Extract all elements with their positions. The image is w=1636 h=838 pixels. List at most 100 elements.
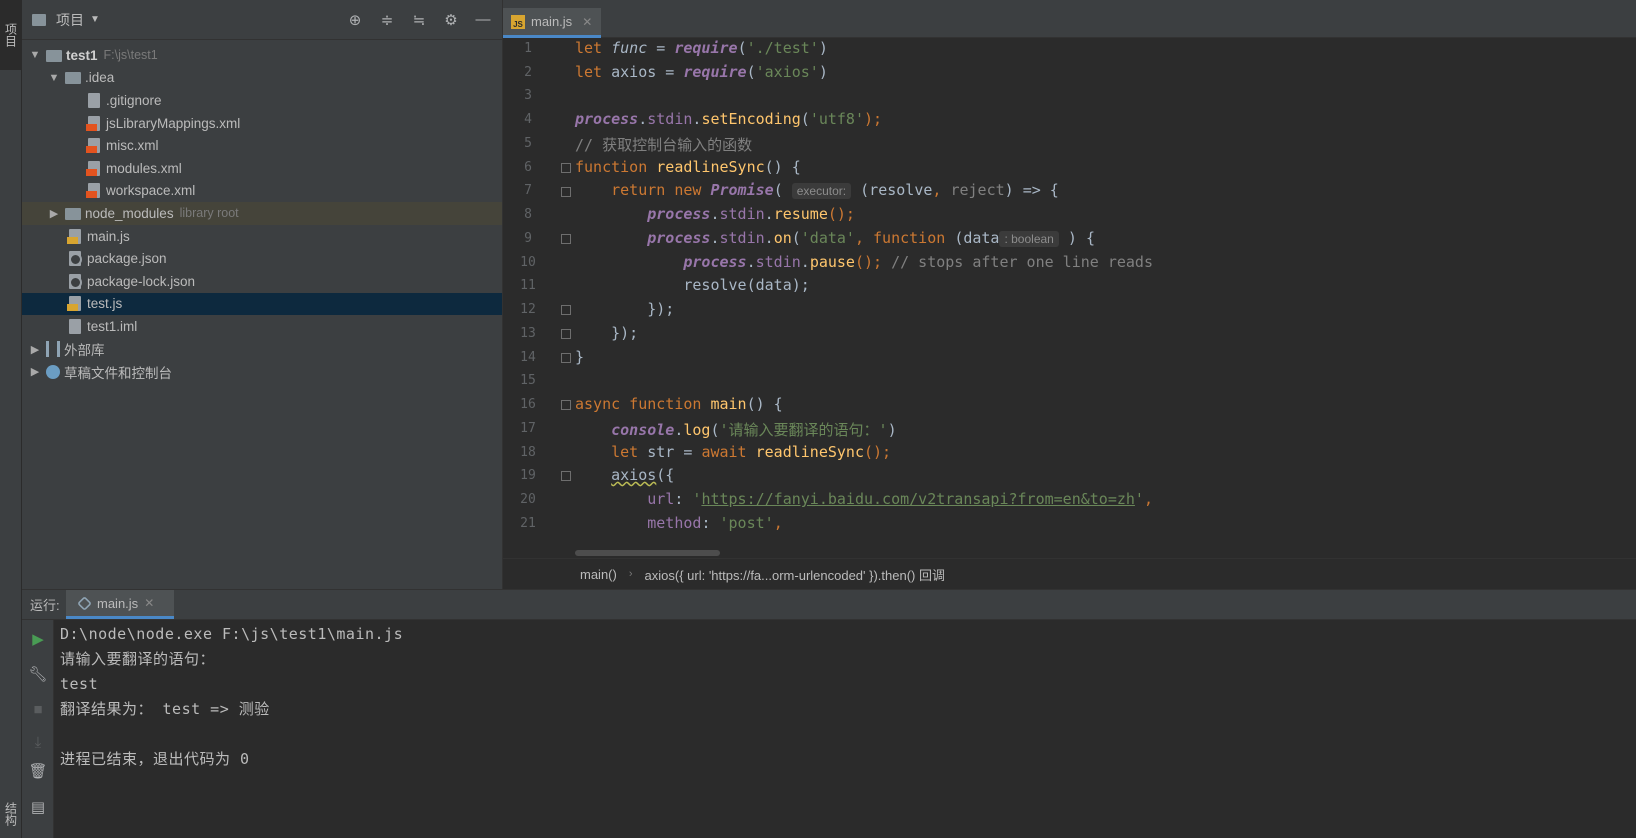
url-link[interactable]: https://fanyi.baidu.com/v2transapi?from=…: [701, 490, 1134, 508]
line-number: 3: [524, 88, 532, 103]
fold-marker-icon[interactable]: [561, 353, 571, 363]
tree-item-misc[interactable]: misc.xml: [22, 134, 502, 157]
code-line-7: return new Promise( executor: (resolve, …: [575, 181, 1059, 199]
folder-icon: [65, 207, 81, 220]
tree-item-modules[interactable]: modules.xml: [22, 157, 502, 180]
wrench-icon[interactable]: 🔧︎: [28, 665, 47, 683]
line-number: 12: [520, 302, 536, 317]
tree-item-label: jsLibraryMappings.xml: [106, 115, 241, 131]
code-line-8: process.stdin.resume();: [647, 205, 855, 223]
close-icon[interactable]: ✕: [582, 15, 592, 29]
project-folder-icon: [32, 14, 46, 26]
code-line-5: // 获取控制台输入的函数: [575, 136, 753, 154]
fold-marker-icon[interactable]: [561, 305, 571, 315]
line-number: 18: [520, 445, 536, 460]
chevron-right-icon[interactable]: ▶: [28, 365, 42, 378]
line-number: 9: [524, 231, 532, 246]
chevron-right-icon[interactable]: ▶: [28, 343, 42, 356]
tree-item-test-js[interactable]: test.js: [22, 292, 502, 316]
fold-marker-icon[interactable]: [561, 471, 571, 481]
locate-icon[interactable]: ⊕: [346, 11, 364, 29]
json-file-icon: [69, 251, 82, 267]
breadcrumb-item-main[interactable]: main(): [580, 567, 617, 582]
structure-tool-tab-label: 结构: [3, 802, 18, 826]
chevron-down-icon[interactable]: ▼: [47, 72, 61, 84]
stop-icon[interactable]: ■: [29, 700, 47, 718]
expand-all-icon[interactable]: ≑: [378, 11, 396, 29]
scroll-to-end-icon[interactable]: ⤓: [29, 733, 47, 751]
collapse-all-icon[interactable]: ≒: [410, 11, 428, 29]
project-view-selector[interactable]: 项目 ▼: [32, 10, 100, 30]
line-number: 4: [524, 112, 532, 127]
fold-marker-icon[interactable]: [561, 329, 571, 339]
tree-item-label: .gitignore: [106, 92, 162, 108]
chevron-down-icon[interactable]: ▼: [28, 49, 42, 61]
structure-tool-tab[interactable]: 结构: [0, 790, 22, 838]
library-root-hint: library root: [179, 206, 239, 221]
code-line-16: async function main() {: [575, 395, 783, 413]
run-tab-main-js[interactable]: main.js ✕: [66, 590, 174, 619]
breadcrumb-item-axios-callback[interactable]: axios({ url: 'https://fa...orm-urlencode…: [645, 565, 945, 584]
xml-file-icon: [86, 183, 100, 199]
line-number: 7: [524, 183, 532, 198]
chevron-right-icon: ›: [628, 568, 633, 580]
trash-icon[interactable]: 🗑︎: [28, 762, 47, 780]
editor-tab-bar: JS main.js ✕: [503, 0, 1636, 38]
code-line-12: });: [575, 300, 675, 318]
fold-marker-icon[interactable]: [561, 163, 571, 173]
code-line-9: process.stdin.on('data', function (data:…: [647, 229, 1095, 247]
project-tool-tab[interactable]: 项目: [0, 0, 22, 70]
minimize-icon[interactable]: —: [474, 11, 492, 29]
type-hint: : boolean: [999, 231, 1059, 247]
close-icon[interactable]: ✕: [144, 596, 154, 610]
line-number: 21: [520, 516, 536, 531]
fold-marker-icon[interactable]: [561, 400, 571, 410]
scratch-icon: [46, 364, 60, 379]
tree-item-label: 外部库: [64, 343, 105, 359]
fold-marker-icon[interactable]: [561, 234, 571, 244]
project-tree: ▼ test1 F:\js\test1 ▼ .idea .gitignore j…: [22, 40, 502, 383]
tree-item-node-modules[interactable]: ▶ node_modules library root: [22, 202, 502, 225]
tree-item-package-lock-json[interactable]: package-lock.json: [22, 270, 502, 293]
console-line: test: [60, 675, 99, 693]
tree-item-test1[interactable]: ▼ test1 F:\js\test1: [22, 44, 502, 67]
line-number: 15: [520, 373, 536, 388]
code-editor[interactable]: 1 2 3 4 5 6 7 8 9 10 11 12 13 14 15 16 1…: [503, 38, 1636, 558]
line-number: 5: [524, 136, 532, 151]
tab-label: main.js: [531, 14, 573, 29]
gear-icon[interactable]: ⚙: [442, 11, 460, 29]
tree-item-label: misc.xml: [106, 138, 159, 154]
tab-main-js[interactable]: JS main.js ✕: [503, 8, 601, 38]
project-tool-tab-label: 项目: [3, 23, 18, 47]
tree-item-scratches[interactable]: ▶ 草稿文件和控制台: [22, 360, 502, 383]
tree-item-external-libraries[interactable]: ▶ 外部库: [22, 338, 502, 361]
tree-item-test1-iml[interactable]: test1.iml: [22, 315, 502, 338]
folder-icon: [46, 49, 62, 62]
line-number: 20: [520, 492, 536, 507]
folder-icon: [65, 72, 81, 85]
project-panel-header: 项目 ▼ ⊕ ≑ ≒ ⚙ —: [22, 0, 502, 40]
console-line: 请输入要翻译的语句：: [60, 650, 216, 668]
tree-item-package-json[interactable]: package.json: [22, 247, 502, 270]
breadcrumb: main() › axios({ url: 'https://fa...orm-…: [503, 558, 1636, 589]
layout-icon[interactable]: ▤: [29, 798, 47, 816]
js-file-icon: [67, 296, 81, 312]
tree-item-idea[interactable]: ▼ .idea: [22, 67, 502, 90]
code-line-11: resolve(data);: [575, 276, 810, 294]
horizontal-scrollbar[interactable]: [575, 550, 720, 556]
line-number: 13: [520, 326, 536, 341]
tree-item-workspace[interactable]: workspace.xml: [22, 180, 502, 203]
code-line-10: process.stdin.pause(); // stops after on…: [683, 253, 1153, 271]
tree-item-gitignore[interactable]: .gitignore: [22, 89, 502, 112]
xml-file-icon: [86, 160, 100, 176]
line-number: 14: [520, 350, 536, 365]
project-panel: 项目 ▼ ⊕ ≑ ≒ ⚙ — ▼ test1 F:\js\test1 ▼ .id…: [22, 0, 503, 589]
tree-item-main-js[interactable]: main.js: [22, 225, 502, 248]
run-panel-header: 运行: main.js ✕: [22, 589, 1636, 620]
chevron-right-icon[interactable]: ▶: [47, 207, 61, 220]
rerun-icon[interactable]: ▶: [29, 630, 47, 648]
fold-marker-icon[interactable]: [561, 187, 571, 197]
tree-item-jslibrarymappings[interactable]: jsLibraryMappings.xml: [22, 112, 502, 135]
run-console[interactable]: D:\node\node.exe F:\js\test1\main.js 请输入…: [54, 620, 1636, 838]
